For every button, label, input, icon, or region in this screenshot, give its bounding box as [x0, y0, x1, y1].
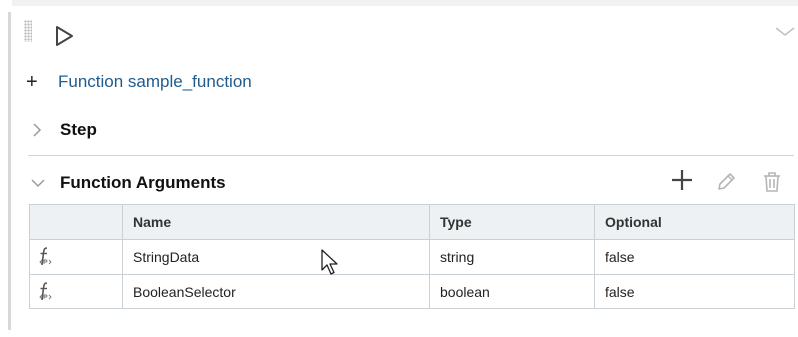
- function-parameter-icon: [39, 247, 52, 266]
- argument-name-cell: StringData: [122, 239, 430, 275]
- argument-type-cell: boolean: [429, 274, 595, 309]
- function-header: + Function sample_function: [26, 70, 252, 94]
- argument-optional-cell: false: [594, 274, 795, 309]
- chevron-right-icon: [33, 123, 42, 137]
- pencil-icon: [718, 173, 735, 190]
- function-parameter-icon: [39, 281, 52, 300]
- step-section-toggle[interactable]: Step: [30, 118, 97, 142]
- function-arguments-table: Name Type Optional StringData string fal…: [29, 204, 795, 309]
- column-header-optional[interactable]: Optional: [594, 204, 795, 240]
- argument-name-cell: BooleanSelector: [122, 274, 430, 309]
- argument-optional-cell: false: [594, 239, 795, 275]
- argument-type-cell: string: [429, 239, 595, 275]
- plus-icon: [672, 170, 692, 190]
- function-arguments-toggle[interactable]: Function Arguments: [30, 170, 226, 196]
- column-header-name[interactable]: Name: [122, 204, 430, 240]
- run-icon[interactable]: [52, 24, 76, 48]
- table-header-row: Name Type Optional: [29, 204, 795, 240]
- function-title-link[interactable]: Function sample_function: [58, 72, 252, 92]
- column-header-icon: [29, 204, 123, 240]
- top-border: [12, 0, 798, 6]
- function-arguments-label: Function Arguments: [60, 173, 226, 192]
- table-row[interactable]: BooleanSelector boolean false: [29, 274, 795, 309]
- table-row[interactable]: StringData string false: [29, 239, 795, 275]
- add-argument-button[interactable]: [669, 167, 695, 193]
- left-accent-bar: [8, 12, 11, 330]
- add-function-icon[interactable]: +: [26, 72, 42, 92]
- trash-icon: [764, 172, 780, 192]
- drag-handle-icon[interactable]: [24, 20, 32, 42]
- mouse-pointer-icon: [321, 249, 338, 275]
- chevron-down-icon: [31, 179, 45, 188]
- step-section-label: Step: [60, 120, 97, 139]
- edit-argument-button[interactable]: [714, 170, 738, 194]
- delete-argument-button[interactable]: [761, 170, 783, 194]
- column-header-type[interactable]: Type: [429, 204, 595, 240]
- section-divider: [28, 155, 794, 156]
- chevron-down-icon[interactable]: [772, 20, 798, 42]
